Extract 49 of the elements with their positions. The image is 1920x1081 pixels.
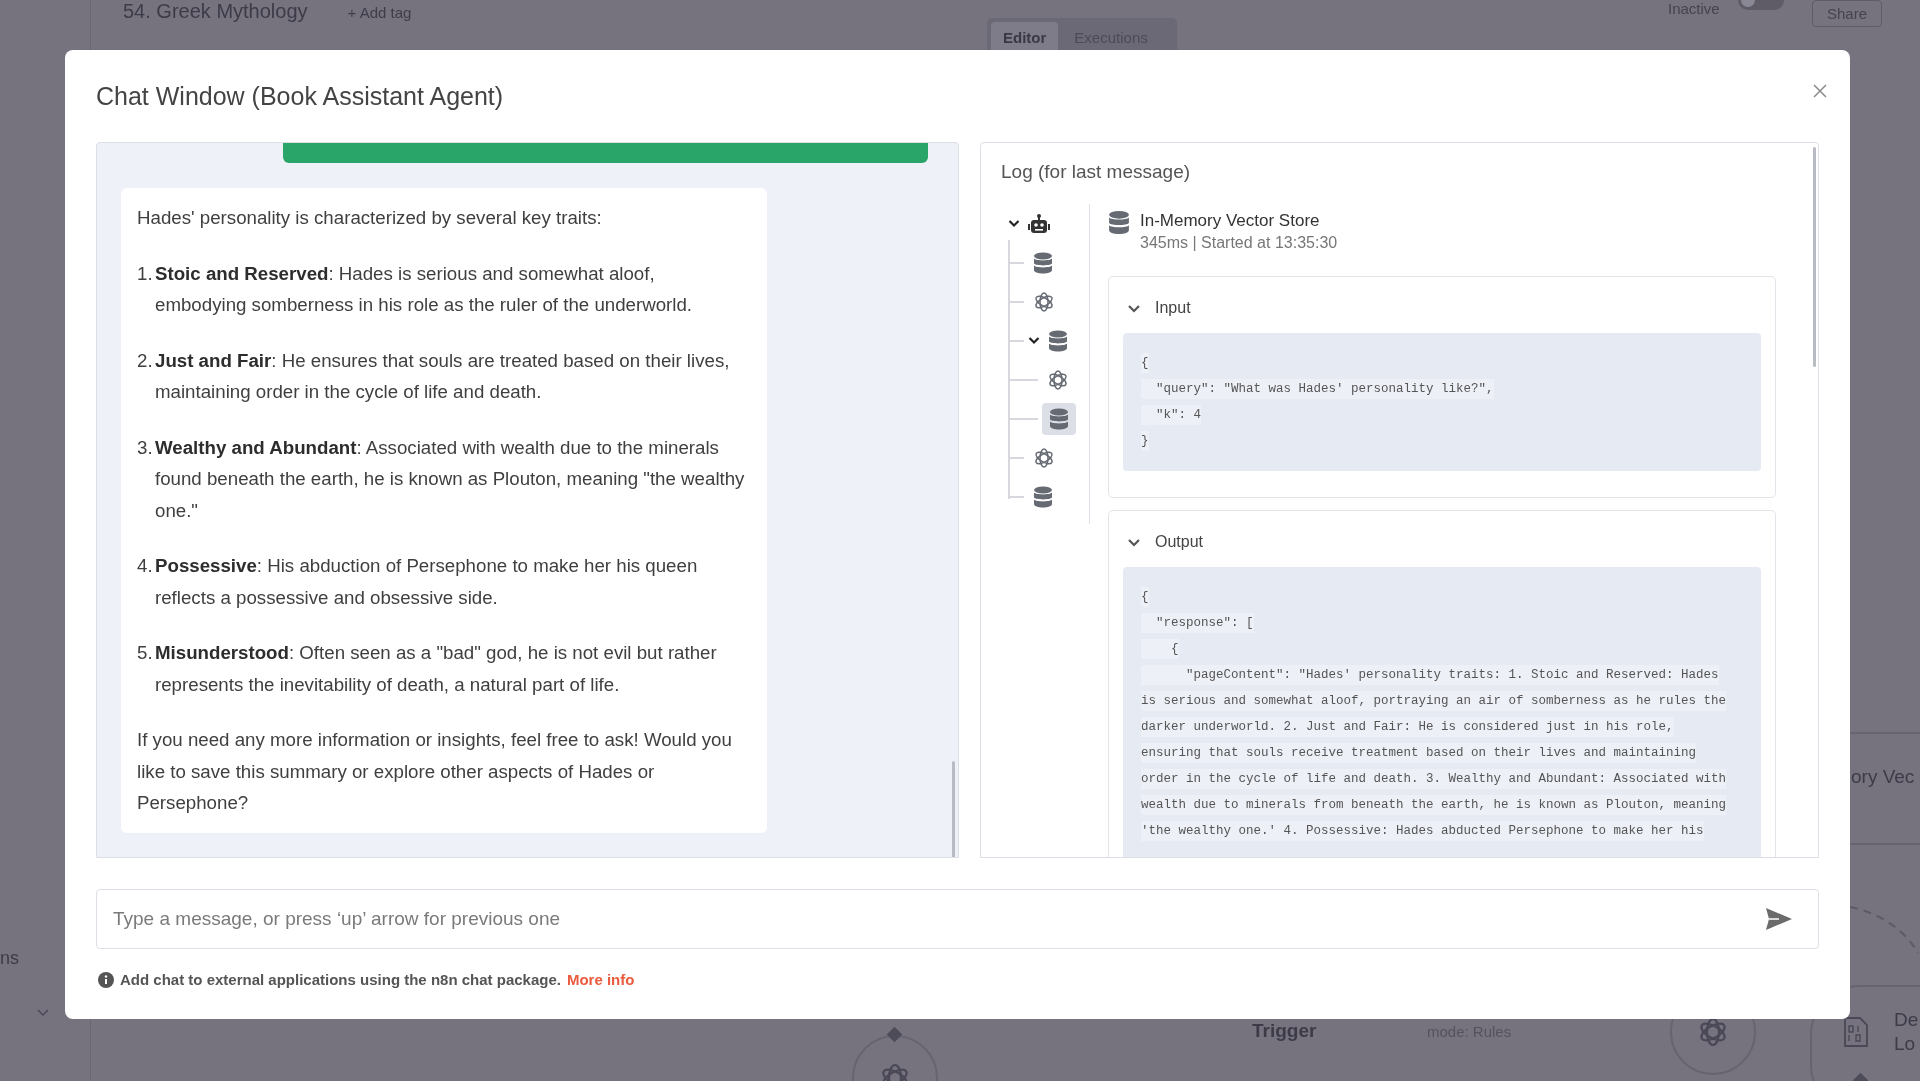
message-input[interactable]: Type a message, or press ‘up’ arrow for previous one <box>96 889 1819 949</box>
chevron-icon[interactable] <box>1028 336 1040 345</box>
scrollbar[interactable] <box>952 761 955 857</box>
add-tag-link[interactable]: + Add tag <box>347 4 412 21</box>
dialog-title: Chat Window (Book Assistant Agent) <box>96 81 504 111</box>
run-info: 345ms | Started at 13:35:30 <box>1140 233 1338 253</box>
list-number: 3. <box>137 435 154 460</box>
more-info-link[interactable]: More info <box>566 971 635 988</box>
chevron-icon[interactable] <box>1127 537 1141 547</box>
list-item-text: Misunderstood: Often seen as a "bad" god, he is not evil but rather represents the inevitability of death, a natural part of life. <box>155 641 718 697</box>
swirl-icon <box>1033 290 1055 313</box>
scrollbar[interactable] <box>1813 147 1816 367</box>
list-number: 5. <box>137 641 154 665</box>
list-number: 1. <box>137 261 154 286</box>
list-item-text: Just and Fair: He ensures that souls are treated based on their lives, maintaining order in the cycle of life and death. <box>155 348 731 404</box>
log-title: Log (for last message) <box>1001 161 1192 184</box>
send-icon[interactable] <box>1765 907 1793 931</box>
database-icon <box>1033 251 1053 274</box>
node-label: ory Vec <box>1851 766 1915 788</box>
connector-line <box>1850 905 1920 955</box>
robot-icon <box>1028 213 1050 234</box>
info-icon <box>98 971 114 988</box>
node-label: Lo <box>1894 1032 1917 1056</box>
section-title[interactable]: Input <box>1155 299 1191 317</box>
section-title[interactable]: Output <box>1155 533 1204 551</box>
chevron-icon[interactable] <box>1127 303 1141 313</box>
swirl-icon <box>1047 368 1069 391</box>
list-number: 4. <box>137 554 154 578</box>
message-text: Hades' personality is characterized by several key traits: <box>137 206 603 230</box>
list-item-text: Stoic and Reserved: Hades is serious and somewhat aloof, embodying somberness in his role as the ruler of the underworld. <box>155 261 694 317</box>
node-label: De <box>1894 1008 1919 1032</box>
binary-file-icon <box>1844 1017 1868 1047</box>
sidebar-label: ns <box>0 948 19 969</box>
chevron-icon[interactable] <box>1008 219 1020 228</box>
database-icon <box>1048 329 1068 352</box>
database-icon <box>1049 407 1069 430</box>
list-number: 2. <box>137 348 154 373</box>
node-name: In-Memory Vector Store <box>1140 210 1321 232</box>
database-icon <box>1033 485 1053 508</box>
list-item-text: Wealthy and Abundant: Associated with wealth due to the minerals found beneath the earth, he is known as Plouton, meaning "the wealthy one." <box>155 435 746 523</box>
close-icon[interactable] <box>1813 84 1827 98</box>
log-tree-item[interactable] <box>1042 402 1076 435</box>
message-text: If you need any more information or insights, feel free to ask! Would you like to save this summary or explore other aspects of Hades or Persephone? <box>137 728 733 815</box>
footer-note: Add chat to external applications using the n8n chat package. <box>120 971 561 988</box>
database-icon <box>1108 210 1130 235</box>
list-item-text: Possessive: His abduction of Persephone to make her his queen reflects a possessive and obsessive side. <box>155 554 699 610</box>
node-label: Trigger <box>1252 1020 1317 1042</box>
swirl-icon <box>1033 446 1055 469</box>
workflow-title: 54. Greek Mythology <box>123 0 308 23</box>
